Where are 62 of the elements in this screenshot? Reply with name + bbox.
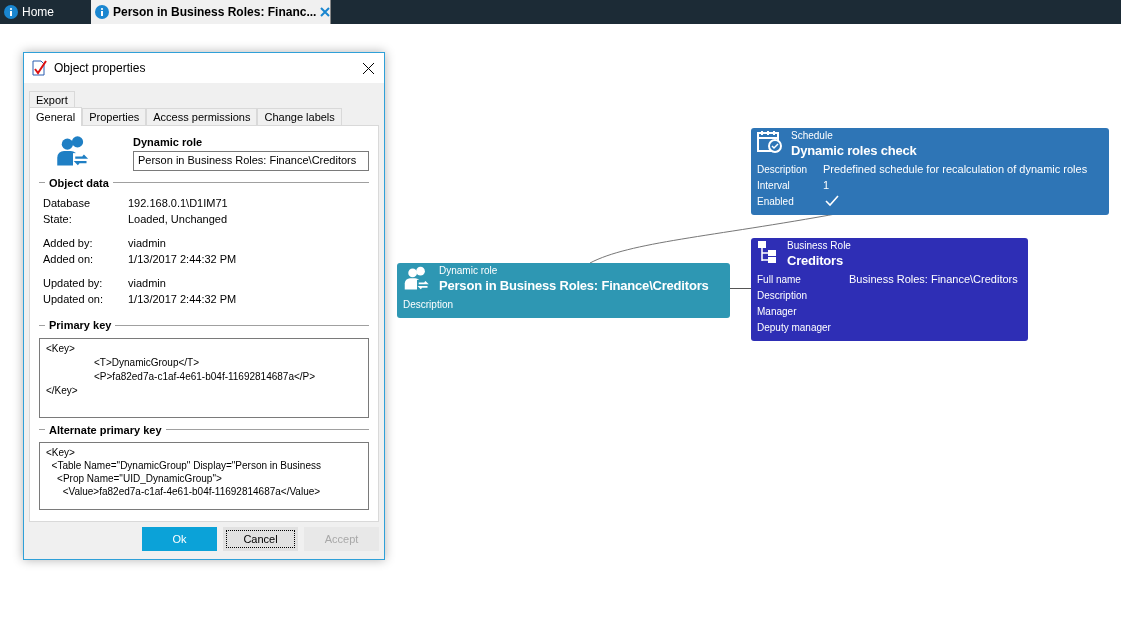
close-button[interactable] xyxy=(360,60,376,76)
field-label: Database xyxy=(43,195,92,211)
field-label: Updated by: xyxy=(43,275,104,291)
code-line: <Table Name="DynamicGroup" Display="Person in Business xyxy=(50,459,322,472)
field-label: Full name xyxy=(757,272,802,287)
field-label: Description xyxy=(757,288,809,303)
field-label: Dynamic role xyxy=(133,135,204,150)
info-icon xyxy=(95,5,109,19)
document-tab[interactable]: Home xyxy=(0,0,55,24)
field-label: Interval xyxy=(757,178,791,193)
window-title: Object properties xyxy=(54,60,147,77)
code-line: <Key> xyxy=(46,446,76,459)
field-value: Business Roles: Finance\Creditors xyxy=(849,271,1018,287)
field-value: Predefined schedule for recalculation of dynamic roles xyxy=(823,161,1088,177)
dialog-button[interactable]: Cancel xyxy=(223,527,298,551)
document-check-icon xyxy=(32,60,48,76)
field-value: viadmin xyxy=(128,235,166,251)
field-label: Description xyxy=(403,297,455,312)
node-title: Dynamic roles check xyxy=(791,142,917,160)
calendar-clock-icon xyxy=(757,130,783,154)
field-value: viadmin xyxy=(128,275,166,291)
section-heading: Object data xyxy=(49,175,109,191)
dialog-tab[interactable]: Access permissions xyxy=(146,108,258,125)
diagram-node[interactable]: Business Role Creditors Full name Business Roles: Finance\Creditors Description Manager Deputy manager xyxy=(751,238,1028,341)
info-icon xyxy=(4,5,18,19)
field-label: State: xyxy=(43,211,73,227)
node-type: Dynamic role xyxy=(439,265,499,277)
code-line: <P>fa82ed7a-c1af-4e61-b04f-11692814687a</P> xyxy=(93,369,317,384)
field-value: 1 xyxy=(823,177,830,193)
field-label: Description xyxy=(757,162,809,177)
close-icon xyxy=(362,62,374,74)
node-title: Person in Business Roles: Finance\Creditors xyxy=(439,277,709,295)
node-type: Business Role xyxy=(787,240,851,252)
field-value: 192.168.0.1\D1IM71 xyxy=(128,195,228,211)
section-heading: Primary key xyxy=(49,318,112,333)
field-value: 1/13/2017 2:44:32 PM xyxy=(128,291,237,307)
section-heading: Alternate primary key xyxy=(49,422,162,438)
code-line: <Key> xyxy=(46,341,76,356)
code-line: <T>DynamicGroup</T> xyxy=(93,355,201,370)
close-icon[interactable] xyxy=(320,7,331,17)
document-tab[interactable]: Person in Business Roles: Financ... xyxy=(91,0,331,24)
people-sync-icon xyxy=(403,265,431,293)
dialog-tab[interactable]: General xyxy=(29,107,83,126)
field-label: Added on: xyxy=(43,251,95,267)
field-label: Added by: xyxy=(43,235,94,251)
dialog-tab[interactable]: Properties xyxy=(82,108,147,125)
field-value: Loaded, Unchanged xyxy=(128,211,228,227)
hierarchy-icon xyxy=(757,240,779,264)
field-label: Manager xyxy=(757,304,798,319)
name-field[interactable]: Person in Business Roles: Finance\Creditors xyxy=(133,150,369,171)
code-line: </Key> xyxy=(46,383,79,398)
diagram-node[interactable]: Schedule Dynamic roles check Description Predefined schedule for recalculation of dynamic roles Interval 1 Enabled xyxy=(751,128,1109,215)
node-type: Schedule xyxy=(791,130,834,142)
node-title: Creditors xyxy=(787,252,844,270)
field-label: Deputy manager xyxy=(757,320,832,335)
field-label: Updated on: xyxy=(43,291,104,307)
code-line: <Prop Name="UID_DynamicGroup"> xyxy=(56,472,223,485)
dialog-tab[interactable]: Change labels xyxy=(257,108,342,125)
connector-line xyxy=(730,288,751,289)
code-line: <Value>fa82ed7a-c1af-4e61-b04f-11692814687a</Value> xyxy=(61,485,322,498)
field-label: Enabled xyxy=(757,194,795,209)
field-value: 1/13/2017 2:44:32 PM xyxy=(128,251,237,267)
